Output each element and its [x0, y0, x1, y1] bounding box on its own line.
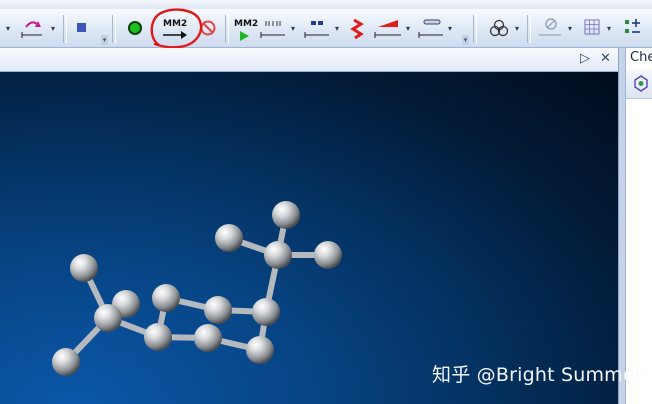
side-panel: Che — [625, 48, 652, 404]
measurement-icon[interactable] — [258, 15, 288, 41]
model-window-header: ▷ ✕ — [0, 48, 620, 72]
separator — [112, 15, 116, 43]
chevron-down-icon[interactable]: ▾ — [291, 24, 295, 33]
atom[interactable] — [204, 296, 232, 324]
atom[interactable] — [94, 304, 122, 332]
side-panel-title[interactable]: Che — [630, 50, 652, 65]
orbital-icon[interactable] — [487, 15, 511, 41]
mm2-dynamics-icon[interactable] — [236, 30, 254, 42]
mm2-dynamics-label[interactable]: MM2 — [234, 19, 258, 29]
toolbar: ▾ ▾ ▾ MM2 MM2 ▾ ▾ ▾ ▾ ▾ ▾ ▾ ▾ — [0, 8, 652, 49]
atom[interactable] — [215, 224, 243, 252]
atom[interactable] — [264, 241, 292, 269]
clip-icon[interactable] — [536, 15, 564, 41]
bond-display-icon[interactable] — [416, 15, 446, 41]
stop-icon[interactable] — [72, 15, 90, 41]
close-icon[interactable]: ✕ — [600, 51, 611, 66]
chevron-down-icon[interactable]: ▾ — [607, 24, 611, 33]
separator — [527, 15, 531, 43]
chevron-down-icon[interactable]: ▾ — [448, 24, 452, 33]
watermark-text: 知乎 @Bright Summer — [432, 364, 643, 386]
grid-icon[interactable] — [580, 15, 604, 41]
red-wedge-icon[interactable] — [372, 15, 404, 41]
atom[interactable] — [314, 241, 342, 269]
separator — [473, 15, 477, 43]
plus-minus-icon[interactable] — [622, 15, 648, 41]
chevron-down-icon[interactable]: ▾ — [51, 24, 55, 33]
model-canvas[interactable] — [0, 72, 618, 404]
chevron-down-icon[interactable]: ▾ — [406, 24, 410, 33]
atom[interactable] — [144, 323, 172, 351]
red-annotation-circle — [150, 8, 203, 49]
atom[interactable] — [194, 324, 222, 352]
atom[interactable] — [252, 298, 280, 326]
toolbar-grip[interactable]: ▾ — [462, 35, 469, 45]
chevron-down-icon[interactable]: ▾ — [335, 24, 339, 33]
side-panel-toolbar — [626, 70, 652, 99]
chevron-down-icon[interactable]: ▾ — [515, 24, 519, 33]
rotate-tool-icon[interactable] — [18, 15, 46, 41]
panel-menu-icon[interactable]: ▷ — [580, 51, 590, 66]
separator — [63, 15, 67, 43]
molecule-model[interactable] — [0, 72, 618, 404]
red-squiggle-icon[interactable] — [346, 15, 368, 41]
run-green-dot-icon[interactable] — [124, 15, 146, 41]
plane-icon[interactable] — [302, 15, 332, 41]
chevron-down-icon[interactable]: ▾ — [6, 24, 10, 33]
chevron-down-icon[interactable]: ▾ — [568, 24, 572, 33]
separator — [225, 15, 229, 43]
atom[interactable] — [52, 348, 80, 376]
atom[interactable] — [152, 284, 180, 312]
atom[interactable] — [70, 254, 98, 282]
atom[interactable] — [272, 201, 300, 229]
structure-icon[interactable] — [632, 74, 650, 94]
atom[interactable] — [246, 336, 274, 364]
toolbar-grip[interactable]: ▾ — [101, 35, 108, 45]
